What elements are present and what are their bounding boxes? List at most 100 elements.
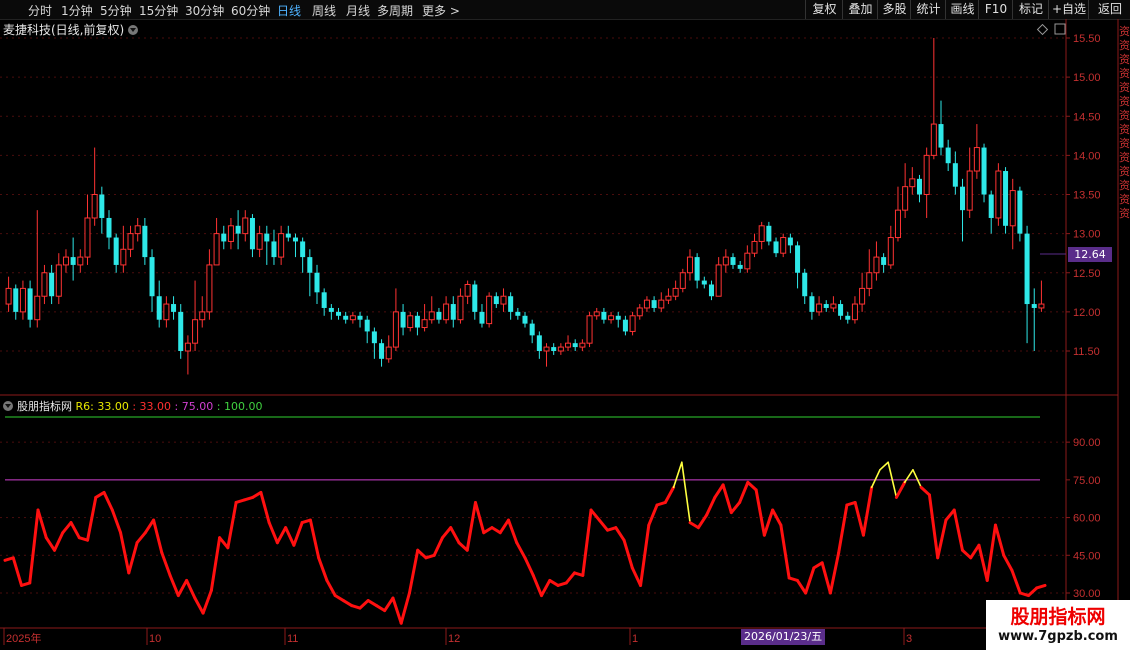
price-tick-label: 15.00 xyxy=(1073,72,1101,84)
candle-body xyxy=(271,241,277,258)
candle-body xyxy=(881,257,887,265)
candle-body xyxy=(802,272,808,297)
r6-segment xyxy=(581,508,593,577)
candle-body xyxy=(171,304,177,312)
candle-body xyxy=(278,233,285,258)
candle-body xyxy=(379,343,385,359)
candle-body xyxy=(134,225,141,235)
price-tick-label: 12.00 xyxy=(1073,307,1101,319)
r6-segment xyxy=(985,523,997,582)
candle-body xyxy=(1009,190,1016,227)
r6-segment xyxy=(853,500,865,537)
layout-icon xyxy=(1054,23,1066,35)
r6-segment xyxy=(506,518,519,545)
candle-body xyxy=(127,233,134,250)
candle-body xyxy=(184,342,191,352)
r6-segment xyxy=(804,566,816,595)
candle-body xyxy=(873,256,880,274)
candle-body xyxy=(307,257,313,273)
candle-body xyxy=(543,346,550,352)
r6-segment xyxy=(36,508,48,540)
r6-segment xyxy=(119,531,131,575)
r6-segment xyxy=(861,485,874,537)
candle-body xyxy=(787,237,793,246)
candle-body xyxy=(629,315,636,332)
candle-body xyxy=(49,272,55,297)
candle-body xyxy=(608,315,615,321)
r6-segment xyxy=(135,531,147,545)
r6-segment xyxy=(28,508,40,585)
candle-body xyxy=(13,288,19,312)
r6-segment xyxy=(69,521,81,540)
candle-body xyxy=(636,307,643,317)
r6-segment xyxy=(110,508,123,535)
candle-body xyxy=(615,315,621,320)
r6-segment xyxy=(696,513,709,530)
x-axis-label: 1 xyxy=(632,633,638,645)
r6-segment xyxy=(713,483,725,499)
candle-body xyxy=(522,315,528,324)
candle-body xyxy=(995,170,1002,219)
r6-segment xyxy=(473,500,486,535)
r6-segment xyxy=(729,500,742,515)
candle-body xyxy=(672,287,679,297)
candle-body xyxy=(773,241,779,254)
r6-segment xyxy=(1002,553,1014,572)
candle-body xyxy=(851,303,858,321)
candle-body xyxy=(715,264,722,297)
candle-body xyxy=(780,237,787,254)
r6-segment xyxy=(647,503,659,527)
candle-body xyxy=(428,311,435,321)
candle-body xyxy=(1038,303,1045,309)
r6-segment xyxy=(391,596,403,625)
candle-body xyxy=(973,147,980,172)
candle-body xyxy=(981,147,987,195)
r6-segment xyxy=(754,488,766,537)
candle-body xyxy=(55,264,62,297)
candle-body xyxy=(34,295,41,321)
candle-body xyxy=(178,311,184,351)
candle-body xyxy=(866,272,873,289)
candle-body xyxy=(500,295,507,305)
candle-body xyxy=(472,284,478,312)
candle-body xyxy=(163,303,170,321)
candle-body xyxy=(149,257,155,297)
kline-chart[interactable]: 15.50 15.00 14.50 14.00 13.50 13.00 12.50 12.00… xyxy=(0,0,1130,650)
r6-segment xyxy=(44,536,57,552)
r6-segment xyxy=(193,596,205,615)
r6-segment xyxy=(622,538,634,570)
candle-body xyxy=(407,315,414,329)
r6-segment xyxy=(639,523,651,587)
candle-body xyxy=(894,209,901,239)
candle-body xyxy=(421,319,428,329)
candle-body xyxy=(694,257,700,281)
candle-body xyxy=(436,311,442,320)
side-panel-edge[interactable]: 资资资资资资资资资资资资资资 xyxy=(1119,25,1130,385)
candle-body xyxy=(651,300,657,308)
r6-segment xyxy=(358,599,370,610)
watermark: 股朋指标网 www.7gpzb.com xyxy=(986,600,1130,650)
r6-segment xyxy=(540,578,552,598)
x-axis-label: 11 xyxy=(287,633,298,645)
candle-body xyxy=(737,264,743,269)
candle-body xyxy=(328,307,334,312)
r6-segment xyxy=(53,531,65,552)
candle-body xyxy=(292,237,298,242)
price-tick-label: 13.50 xyxy=(1073,190,1101,202)
r6-segment xyxy=(498,518,510,535)
r6-segment xyxy=(209,536,222,592)
candle-body xyxy=(593,311,600,317)
candle-body xyxy=(227,225,234,242)
r6-segment xyxy=(820,561,832,595)
candle-body xyxy=(923,154,930,195)
candle-body xyxy=(952,163,958,187)
candle-body xyxy=(823,304,829,308)
r6-segment xyxy=(267,521,279,545)
candle-body xyxy=(988,194,994,218)
candle-body xyxy=(206,264,213,313)
candle-body xyxy=(658,299,665,309)
price-tick-label: 14.50 xyxy=(1073,111,1101,123)
current-price-badge: 12.64 xyxy=(1068,247,1112,262)
r6-segment xyxy=(185,578,197,600)
candle-body xyxy=(392,311,399,348)
